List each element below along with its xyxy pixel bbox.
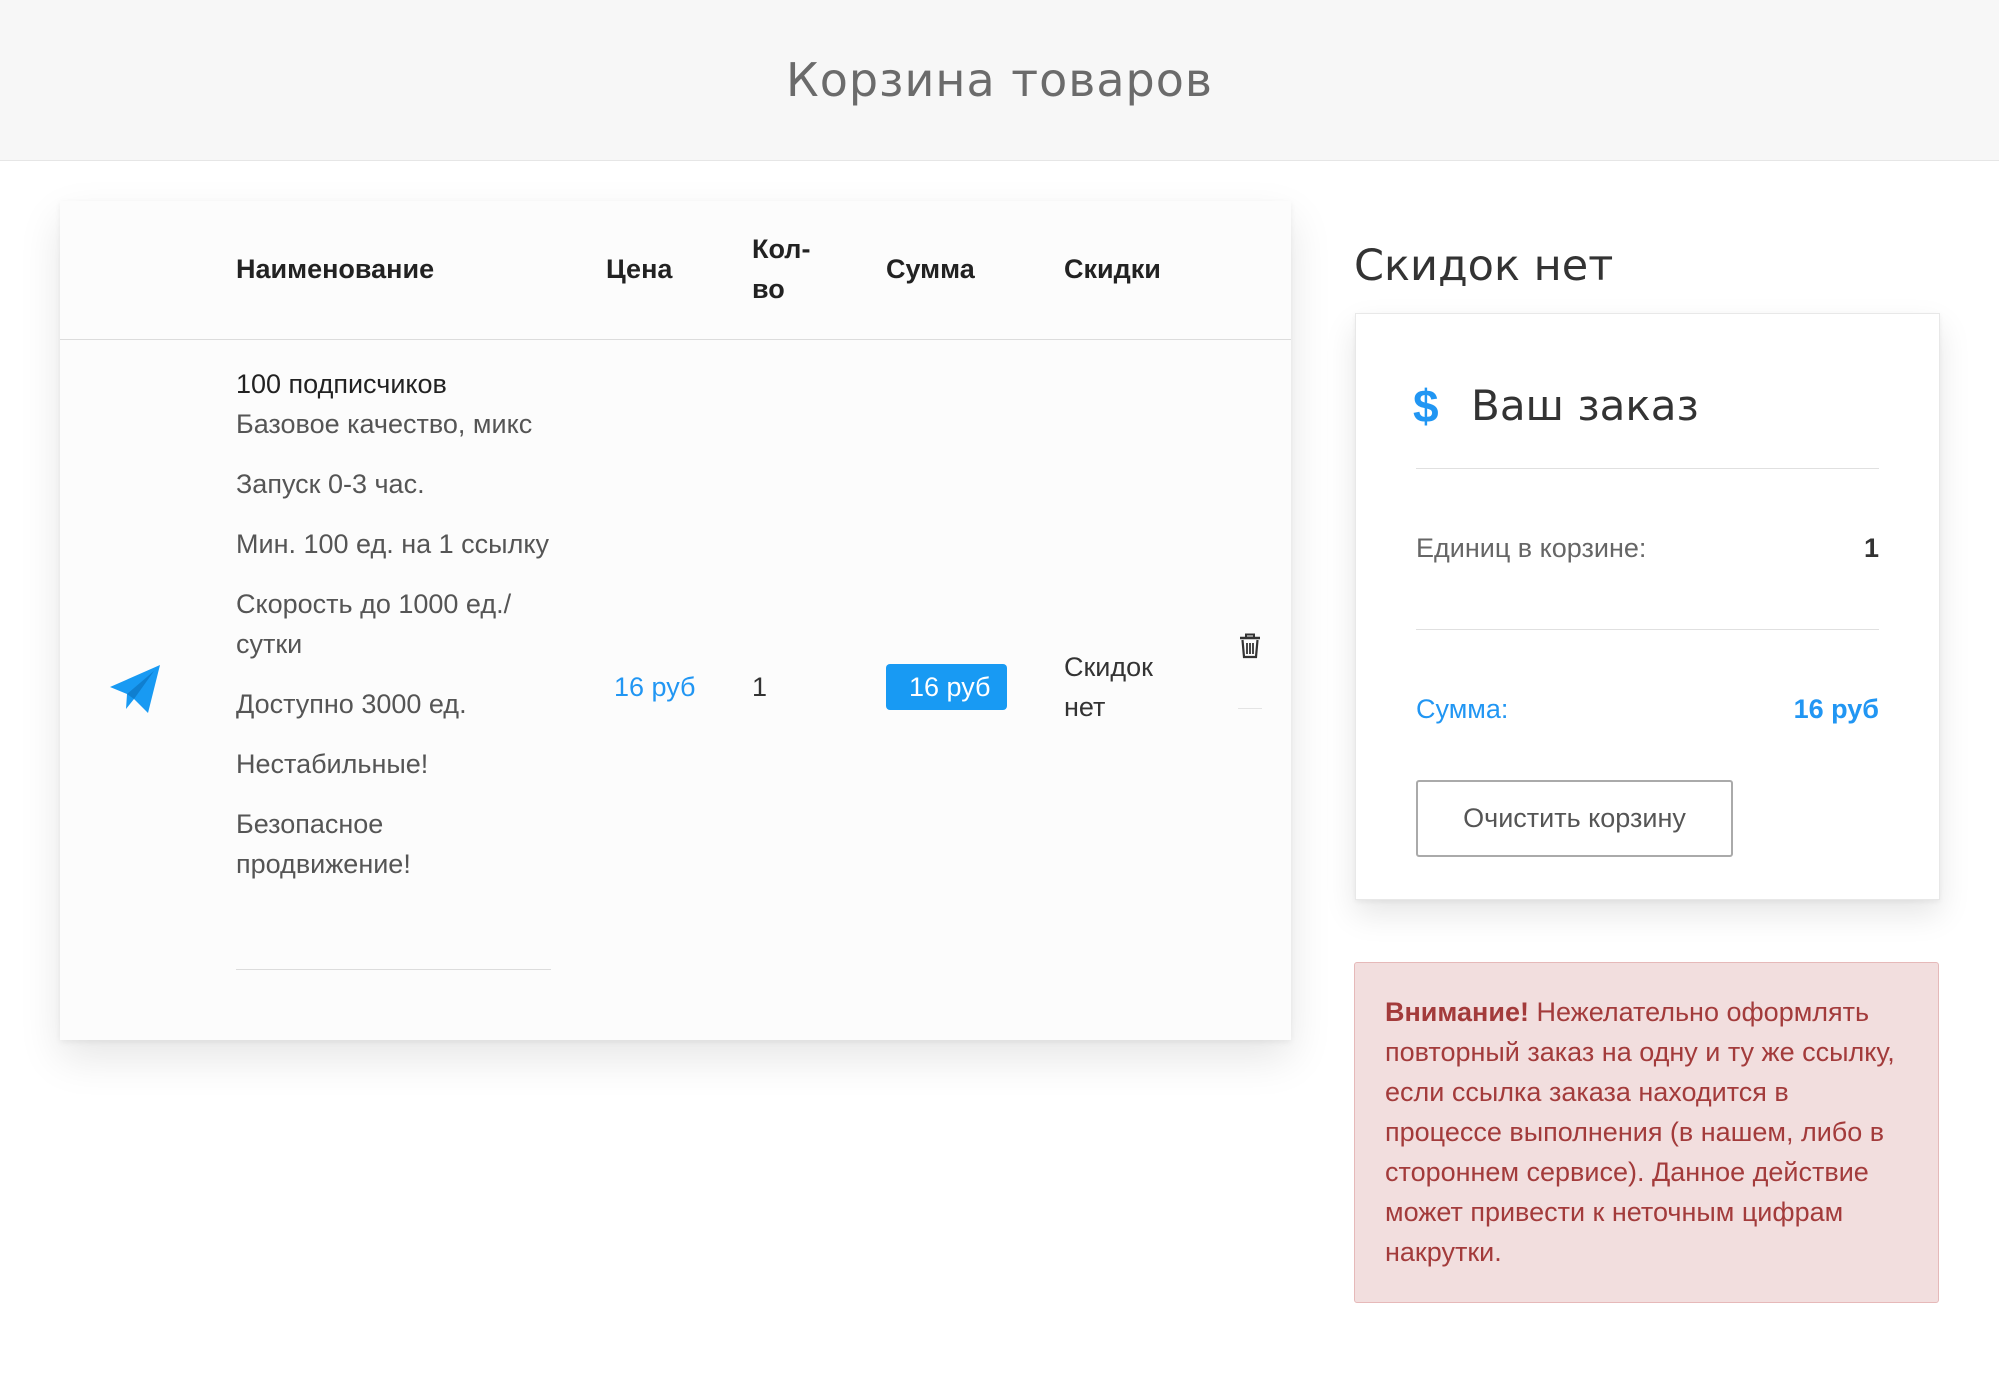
divider xyxy=(1416,629,1879,630)
product-detail: Скорость до 1000 ед./ сутки xyxy=(236,589,512,659)
column-header-qty: Кол- во xyxy=(752,229,810,309)
clear-cart-button[interactable]: Очистить корзину xyxy=(1416,780,1733,857)
discount-status-title: Скидок нет xyxy=(1354,241,1614,291)
product-detail: Мин. 100 ед. на 1 ссылку xyxy=(236,529,549,559)
sum-label: Сумма: xyxy=(1416,694,1509,724)
column-header-price: Цена xyxy=(606,254,673,284)
page-title: Корзина товаров xyxy=(786,53,1213,107)
product-detail: Запуск 0-3 час. xyxy=(236,469,425,499)
cart-table-header: Наименование Цена Кол- во Сумма Скидки xyxy=(60,201,1291,340)
alert-strong: Внимание! xyxy=(1385,997,1529,1027)
column-header-name: Наименование xyxy=(236,254,435,284)
product-detail: Доступно 3000 ед. xyxy=(236,689,467,719)
paper-plane-icon xyxy=(110,665,160,713)
product-detail: Базовое качество, микс xyxy=(236,409,533,439)
page-header: Корзина товаров xyxy=(0,0,1999,161)
cart-table: Наименование Цена Кол- во Сумма Скидки 1… xyxy=(60,201,1291,1040)
price-value[interactable]: 16 руб xyxy=(614,667,696,707)
alert-text: Нежелательно оформлять повторный заказ н… xyxy=(1385,997,1895,1267)
column-header-qty-line2: во xyxy=(752,274,785,304)
qty-value: 1 xyxy=(752,672,768,702)
trash-divider xyxy=(1238,708,1262,709)
dollar-icon: $ xyxy=(1413,380,1439,432)
discount-value-line1: Скидок xyxy=(1064,652,1153,682)
product-divider xyxy=(236,969,551,970)
trash-icon[interactable] xyxy=(1238,633,1262,659)
product-detail: Безопасное продвижение! xyxy=(236,809,411,879)
sum-value: 16 руб xyxy=(1793,694,1879,724)
order-summary-card: $ Ваш заказ Единиц в корзине: 1 Сумма: 1… xyxy=(1355,313,1940,900)
column-header-discount: Скидки xyxy=(1064,254,1161,284)
sum-badge: 16 руб xyxy=(886,664,1007,710)
order-title: Ваш заказ xyxy=(1471,381,1699,430)
column-header-sum: Сумма xyxy=(886,254,975,284)
column-header-qty-line1: Кол- xyxy=(752,234,811,264)
product-detail: Нестабильные! xyxy=(236,749,429,779)
discount-value: Скидок нет xyxy=(1064,647,1153,727)
product-info: 100 подписчиков Базовое качество, микс З… xyxy=(236,364,556,904)
product-name: 100 подписчиков xyxy=(236,369,447,399)
warning-alert: Внимание! Нежелательно оформлять повторн… xyxy=(1354,962,1939,1303)
divider xyxy=(1416,468,1879,469)
discount-value-line2: нет xyxy=(1064,692,1106,722)
units-value: 1 xyxy=(1863,533,1879,563)
units-label: Единиц в корзине: xyxy=(1416,533,1647,563)
